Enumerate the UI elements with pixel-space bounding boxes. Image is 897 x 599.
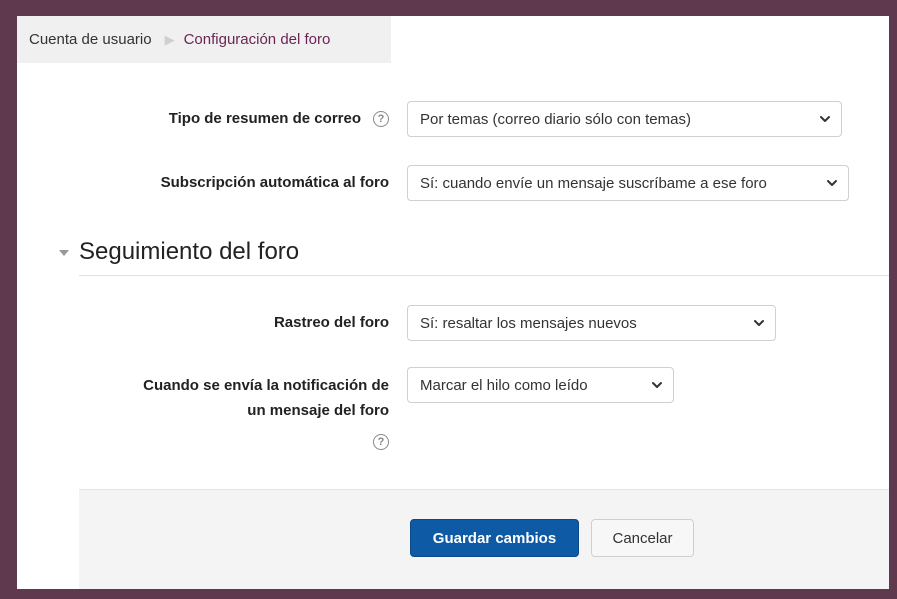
collapse-caret-icon [59, 250, 69, 256]
digest-type-label: Tipo de resumen de correo? [169, 106, 389, 131]
notification-select[interactable]: Marcar el hilo como leído [407, 367, 674, 403]
digest-type-label-text: Tipo de resumen de correo [168, 110, 361, 127]
cancel-button[interactable]: Cancelar [591, 519, 694, 557]
auto-subscribe-value: Sí: cuando envíe un mensaje suscríbame a… [420, 174, 767, 192]
breadcrumb: Cuenta de usuario ▶ Configuración del fo… [17, 16, 391, 63]
forum-tracking-select[interactable]: Sí: resaltar los mensajes nuevos [407, 305, 776, 341]
digest-type-value: Por temas (correo diario sólo con temas) [420, 110, 691, 128]
section-divider [79, 275, 889, 276]
chevron-down-icon [820, 116, 830, 122]
digest-type-select[interactable]: Por temas (correo diario sólo con temas) [407, 101, 842, 137]
forum-tracking-value: Sí: resaltar los mensajes nuevos [420, 314, 637, 332]
forum-tracking-label: Rastreo del foro [273, 314, 389, 331]
auto-subscribe-select[interactable]: Sí: cuando envíe un mensaje suscríbame a… [407, 165, 849, 201]
preferences-page: Cuenta de usuario ▶ Configuración del fo… [17, 16, 889, 589]
form-footer: Guardar cambios Cancelar [79, 489, 889, 589]
save-changes-button[interactable]: Guardar cambios [410, 519, 579, 557]
chevron-down-icon [652, 382, 662, 388]
chevron-down-icon [827, 180, 837, 186]
notification-label: Cuando se envía la notificación de un me… [143, 373, 389, 454]
breadcrumb-item-user-account[interactable]: Cuenta de usuario [29, 31, 152, 48]
chevron-down-icon [754, 320, 764, 326]
help-icon[interactable]: ? [373, 434, 389, 450]
auto-subscribe-label: Subscripción automática al foro [160, 174, 389, 191]
tracking-section-title: Seguimiento del foro [79, 238, 300, 265]
help-icon[interactable]: ? [373, 111, 389, 127]
notification-label-line1: Cuando se envía la notificación de [143, 377, 389, 394]
notification-label-line2: un mensaje del foro [247, 402, 389, 419]
breadcrumb-separator-icon: ▶ [164, 32, 175, 47]
breadcrumb-item-forum-preferences[interactable]: Configuración del foro [184, 31, 331, 48]
notification-value: Marcar el hilo como leído [420, 376, 588, 394]
tracking-section-header[interactable]: Seguimiento del foro [59, 238, 299, 266]
